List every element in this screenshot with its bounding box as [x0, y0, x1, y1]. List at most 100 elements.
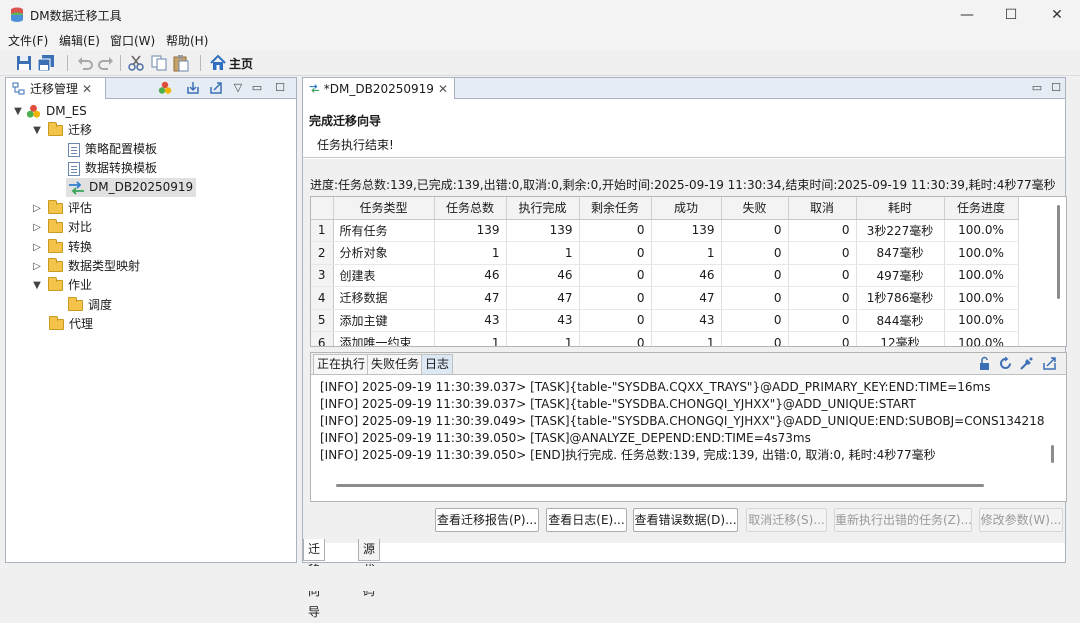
- tab-running[interactable]: 正在执行: [313, 354, 370, 374]
- table-cell: 1: [651, 241, 722, 265]
- column-header[interactable]: 任务总数: [434, 197, 507, 220]
- table-cell: 43: [506, 309, 580, 332]
- status-bar: [0, 566, 1080, 591]
- lock-icon[interactable]: [977, 356, 992, 371]
- undo-icon[interactable]: [76, 54, 94, 72]
- log-line: [INFO] 2025-09-19 11:30:39.037> [TASK]{t…: [320, 397, 916, 411]
- tree-item-dm-es[interactable]: ▼ DM_ES: [12, 102, 87, 121]
- table-cell: 139: [434, 219, 507, 242]
- view-log-button[interactable]: 查看日志(E)...: [546, 508, 627, 532]
- chevron-down-icon[interactable]: ▼: [12, 102, 24, 121]
- table-row[interactable]: 1 所有任务 139 139 0 139 0 0 3秒227毫秒 100.0%: [311, 219, 1019, 242]
- maximize-button[interactable]: ☐: [1000, 5, 1022, 25]
- chevron-down-icon[interactable]: ▼: [31, 276, 43, 295]
- menu-file[interactable]: 文件(F): [8, 32, 48, 49]
- log-output[interactable]: [INFO] 2025-09-19 11:30:39.037> [TASK]{t…: [320, 379, 1044, 464]
- table-cell: 0: [579, 331, 652, 346]
- paste-icon[interactable]: [172, 54, 190, 72]
- column-header[interactable]: 耗时: [856, 197, 945, 220]
- menu-edit[interactable]: 编辑(E): [59, 32, 100, 49]
- tab-log[interactable]: 日志: [421, 354, 454, 374]
- column-header[interactable]: 执行完成: [506, 197, 580, 220]
- clear-log-icon[interactable]: [1019, 356, 1034, 371]
- export-icon[interactable]: [209, 81, 223, 95]
- save-all-icon[interactable]: [37, 54, 55, 72]
- tree-item-agent[interactable]: 代理: [49, 315, 93, 334]
- table-cell: 3秒227毫秒: [856, 219, 945, 242]
- minimize-view-icon[interactable]: ▭: [250, 81, 264, 95]
- cut-icon[interactable]: [127, 54, 145, 72]
- save-icon[interactable]: [15, 54, 33, 72]
- menu-window[interactable]: 窗口(W): [110, 32, 155, 49]
- tree-item-jobs[interactable]: ▼ 作业: [31, 276, 92, 295]
- table-cell: 0: [721, 286, 789, 310]
- maximize-view-icon[interactable]: ☐: [273, 81, 287, 95]
- log-vertical-scrollbar[interactable]: [1051, 445, 1054, 463]
- tree-item-migration[interactable]: ▼ 迁移: [31, 121, 92, 140]
- table-scrollbar[interactable]: [1057, 205, 1060, 299]
- column-header[interactable]: 任务类型: [333, 197, 435, 220]
- copy-icon[interactable]: [150, 54, 168, 72]
- tree-item-assessment[interactable]: ▷ 评估: [31, 199, 92, 218]
- import-icon[interactable]: [186, 81, 200, 95]
- close-button[interactable]: ✕: [1046, 5, 1068, 25]
- minimize-button[interactable]: —: [956, 5, 978, 25]
- view-error-data-button[interactable]: 查看错误数据(D)...: [633, 508, 738, 532]
- tree-item-compare[interactable]: ▷ 对比: [31, 218, 92, 237]
- view-menu-icon[interactable]: ▽: [231, 81, 245, 95]
- tab-dm-db20250919[interactable]: *DM_DB20250919 ✕: [303, 78, 455, 99]
- table-row[interactable]: 5 添加主键 43 43 0 43 0 0 844毫秒 100.0%: [311, 309, 1019, 332]
- tab-failed-tasks[interactable]: 失败任务: [367, 354, 424, 374]
- table-cell: 847毫秒: [856, 241, 945, 265]
- chevron-right-icon[interactable]: ▷: [31, 257, 43, 276]
- chevron-right-icon[interactable]: ▷: [31, 218, 43, 237]
- tree-item-label: DM_DB20250919: [89, 180, 194, 194]
- tree-item-datatype-mapping[interactable]: ▷ 数据类型映射: [31, 257, 140, 276]
- column-header[interactable]: 成功: [651, 197, 722, 220]
- table-row[interactable]: 3 创建表 46 46 0 46 0 0 497毫秒 100.0%: [311, 264, 1019, 287]
- rerun-failed-tasks-button[interactable]: 重新执行出错的任务(Z)...: [834, 508, 972, 532]
- tab-source-code[interactable]: 源代码: [358, 539, 381, 598]
- home-icon[interactable]: [209, 54, 227, 72]
- tree-item-convert[interactable]: ▷ 转换: [31, 238, 92, 257]
- tab-migration-manager[interactable]: 迁移管理 ✕: [6, 78, 106, 99]
- task-summary-table[interactable]: 任务类型 任务总数 执行完成 剩余任务 成功 失败 取消 耗时 任务进度 1 所有…: [310, 196, 1067, 347]
- tree-item-label: 评估: [68, 201, 93, 215]
- refresh-icon[interactable]: [998, 356, 1013, 371]
- table-cell: 100.0%: [944, 309, 1019, 332]
- modify-parameters-button[interactable]: 修改参数(W)...: [979, 508, 1063, 532]
- home-button[interactable]: 主页: [229, 55, 253, 72]
- view-migration-report-button[interactable]: 查看迁移报告(P)...: [435, 508, 539, 532]
- export-log-icon[interactable]: [1042, 356, 1057, 371]
- chevron-right-icon[interactable]: ▷: [31, 238, 43, 257]
- tab-migration-wizard[interactable]: 迁移向导: [303, 539, 326, 619]
- column-header[interactable]: 失败: [721, 197, 789, 220]
- wizard-header: 完成迁移向导 任务执行结束!: [303, 100, 1065, 158]
- tree-item-label: 对比: [68, 220, 93, 234]
- chevron-right-icon[interactable]: ▷: [31, 199, 43, 218]
- close-tab-icon[interactable]: ✕: [82, 79, 92, 99]
- table-cell: 0: [788, 309, 857, 332]
- chevron-down-icon[interactable]: ▼: [31, 121, 43, 140]
- close-tab-icon[interactable]: ✕: [438, 79, 448, 99]
- column-header[interactable]: 取消: [788, 197, 857, 220]
- tree-item-schedule[interactable]: 调度: [68, 296, 112, 315]
- table-cell: 100.0%: [944, 219, 1019, 242]
- log-horizontal-scrollbar[interactable]: [336, 484, 984, 487]
- redo-icon[interactable]: [97, 54, 115, 72]
- cancel-migration-button[interactable]: 取消迁移(S)...: [746, 508, 827, 532]
- maximize-view-icon[interactable]: ☐: [1049, 81, 1063, 95]
- column-header[interactable]: 任务进度: [944, 197, 1019, 220]
- menu-help[interactable]: 帮助(H): [166, 32, 208, 49]
- table-cell: 0: [788, 241, 857, 265]
- log-line: [INFO] 2025-09-19 11:30:39.037> [TASK]{t…: [320, 380, 991, 394]
- table-row[interactable]: 4 迁移数据 47 47 0 47 0 0 1秒786毫秒 100.0%: [311, 286, 1019, 310]
- table-row[interactable]: 6 添加唯一约束 1 1 0 1 0 0 12毫秒 100.0%: [311, 331, 1019, 346]
- tree-item-conversion-template[interactable]: 数据转换模板: [68, 159, 157, 178]
- dm-logo-icon[interactable]: [158, 81, 172, 95]
- tree-item-dm-db20250919[interactable]: DM_DB20250919: [66, 178, 197, 197]
- table-row[interactable]: 2 分析对象 1 1 0 1 0 0 847毫秒 100.0%: [311, 241, 1019, 265]
- minimize-view-icon[interactable]: ▭: [1030, 81, 1044, 95]
- tree-item-strategy-template[interactable]: 策略配置模板: [68, 140, 157, 159]
- column-header[interactable]: 剩余任务: [579, 197, 652, 220]
